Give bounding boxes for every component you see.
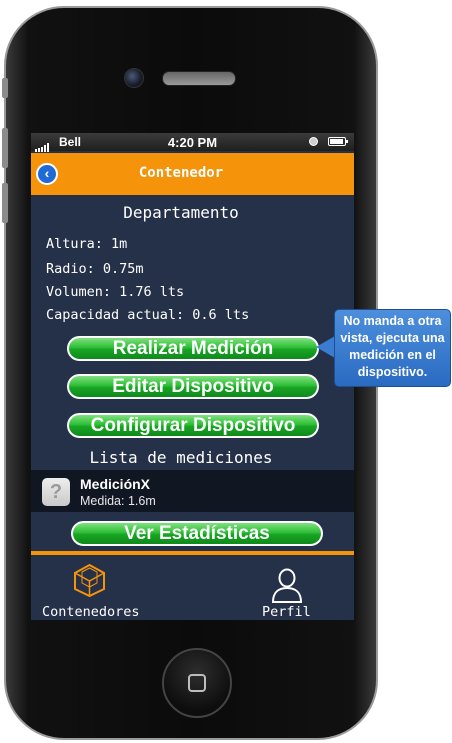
navigation-bar: ‹ Contenedor <box>31 153 354 195</box>
tab-bar: Contenedores Perfil <box>31 555 354 620</box>
mediciones-list-title: Lista de mediciones <box>89 448 273 467</box>
alarm-icon <box>309 137 318 146</box>
home-square-icon <box>188 674 206 692</box>
volume-down-button <box>2 183 8 223</box>
tab-contenedores[interactable]: Contenedores <box>31 555 191 620</box>
status-bar: Bell 4:20 PM <box>31 133 354 152</box>
mute-switch <box>2 78 8 98</box>
list-item[interactable]: ? MediciónX Medida: 1.6m <box>31 470 354 512</box>
page-title: Contenedor <box>138 165 224 181</box>
front-camera-icon <box>124 68 144 88</box>
volume-up-button <box>2 128 8 168</box>
configurar-dispositivo-button[interactable]: Configurar Dispositivo <box>67 413 319 438</box>
placeholder-image-icon: ? <box>42 478 70 506</box>
battery-icon <box>328 137 348 146</box>
earpiece-speaker <box>162 71 236 86</box>
realizar-medicion-button[interactable]: Realizar Medición <box>67 336 319 361</box>
field-radio: Radio: 0.75m <box>46 261 144 277</box>
field-capacidad: Capacidad actual: 0.6 lts <box>46 307 250 323</box>
home-button[interactable] <box>162 648 232 718</box>
field-volumen: Volumen: 1.76 lts <box>46 284 185 300</box>
annotation-pointer <box>316 336 335 358</box>
field-altura: Altura: 1m <box>46 236 128 252</box>
person-icon <box>271 568 303 603</box>
ver-estadisticas-button[interactable]: Ver Estadísticas <box>71 521 323 546</box>
tab-label-perfil: Perfil <box>262 604 311 620</box>
list-item-title: MediciónX <box>80 476 151 492</box>
annotation-note: No manda a otra vista, ejecuta una medic… <box>334 309 451 387</box>
app-screen: Bell 4:20 PM ‹ Contenedor Departamento A… <box>31 133 354 620</box>
list-item-subtitle: Medida: 1.6m <box>80 494 156 508</box>
cube-icon <box>74 563 105 598</box>
section-title: Departamento <box>123 203 239 222</box>
editar-dispositivo-button[interactable]: Editar Dispositivo <box>67 374 319 399</box>
tab-perfil[interactable]: Perfil <box>231 555 354 620</box>
tab-label-contenedores: Contenedores <box>42 604 140 620</box>
status-time: 4:20 PM <box>167 135 218 150</box>
